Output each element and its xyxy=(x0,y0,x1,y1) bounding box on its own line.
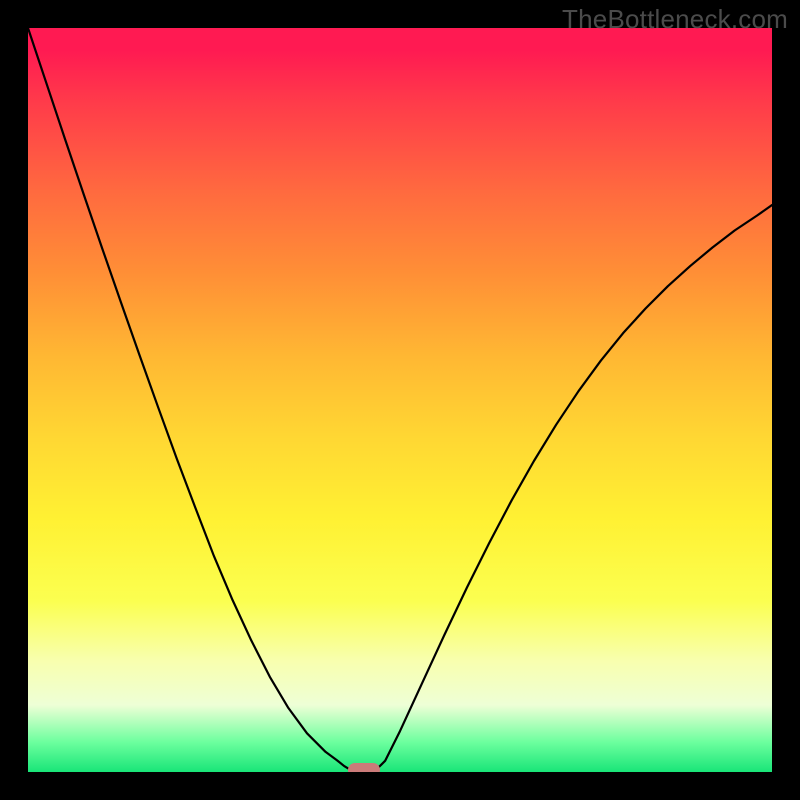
plot-area xyxy=(28,28,772,772)
left-curve xyxy=(28,28,348,768)
bottleneck-marker xyxy=(348,763,380,772)
chart-frame: TheBottleneck.com xyxy=(0,0,800,800)
watermark-text: TheBottleneck.com xyxy=(562,4,788,35)
right-curve xyxy=(378,205,772,768)
curves-svg xyxy=(28,28,772,772)
